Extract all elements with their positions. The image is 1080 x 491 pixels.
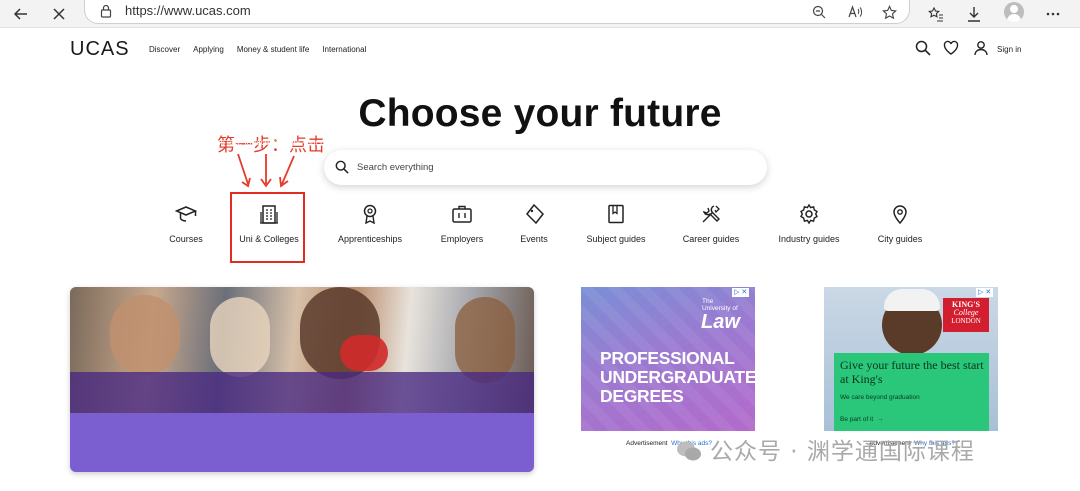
- card-title-band: [70, 372, 534, 413]
- more-menu-icon[interactable]: [1042, 3, 1064, 25]
- search-icon: [335, 160, 349, 179]
- ad-law-line-the: The: [702, 298, 714, 305]
- category-uni-colleges[interactable]: Uni & Colleges: [234, 203, 304, 244]
- kings-logo-line: College: [953, 308, 979, 317]
- category-label: Employers: [440, 234, 484, 244]
- favorite-star-icon[interactable]: [879, 2, 899, 22]
- nav-item-applying[interactable]: Applying: [193, 45, 224, 54]
- category-label: Uni & Colleges: [239, 234, 299, 244]
- zoom-icon[interactable]: [809, 2, 829, 22]
- card-description-area: [70, 413, 534, 472]
- graduation-cap-icon: [174, 203, 198, 225]
- close-icon[interactable]: [48, 3, 70, 25]
- category-label: Career guides: [682, 234, 740, 244]
- address-bar[interactable]: https://www.ucas.com: [84, 0, 910, 24]
- sign-in-link[interactable]: Sign in: [997, 45, 1021, 54]
- favorites-list-icon[interactable]: [925, 3, 947, 25]
- nav-item-international[interactable]: International: [322, 45, 366, 54]
- back-arrow-icon[interactable]: [10, 3, 32, 25]
- kings-ad-subline: We care beyond graduation: [840, 394, 920, 401]
- kings-college-logo: KING'S College LONDON: [943, 298, 989, 332]
- ad-law-university-name: The University of: [702, 298, 738, 312]
- briefcase-icon: [451, 203, 473, 225]
- wechat-icon: [677, 441, 701, 461]
- category-city-guides[interactable]: City guides: [876, 203, 924, 244]
- kings-logo-line: LONDON: [951, 317, 981, 325]
- category-subject-guides[interactable]: Subject guides: [584, 203, 648, 244]
- category-industry-guides[interactable]: Industry guides: [776, 203, 842, 244]
- category-apprenticeships[interactable]: Apprenticeships: [334, 203, 406, 244]
- category-career-guides[interactable]: Career guides: [682, 203, 740, 244]
- award-icon: [359, 203, 381, 225]
- user-icon[interactable]: [973, 40, 991, 58]
- gear-icon: [798, 203, 820, 225]
- lock-icon: [99, 3, 115, 19]
- ad-choices-icon[interactable]: ▷ ✕: [732, 288, 750, 297]
- profile-avatar[interactable]: [1004, 2, 1024, 22]
- category-courses[interactable]: Courses: [160, 203, 212, 244]
- building-icon: [258, 203, 280, 225]
- ad-law-headline-line: PROFESSIONAL: [600, 348, 735, 368]
- category-label: City guides: [877, 234, 923, 244]
- category-label: Apprenticeships: [337, 234, 403, 244]
- heart-icon[interactable]: [943, 40, 961, 58]
- search-icon[interactable]: [915, 40, 933, 58]
- search-placeholder[interactable]: Search everything: [357, 162, 434, 173]
- ad-law-word: Law: [701, 311, 740, 333]
- kings-ad-headline: Give your future the best start at King'…: [840, 358, 984, 386]
- book-icon: [605, 203, 627, 225]
- category-label: Events: [520, 234, 548, 244]
- ticket-icon: [523, 203, 545, 225]
- watermark-text: 公众号 · 渊学通国际课程: [710, 439, 975, 465]
- ucas-logo[interactable]: UCAS: [70, 38, 130, 61]
- category-label: Industry guides: [778, 234, 840, 244]
- download-icon[interactable]: [963, 3, 985, 25]
- category-employers[interactable]: Employers: [438, 203, 486, 244]
- advertisement-text: Advertisement: [626, 440, 668, 447]
- ad-law-headline-line: UNDERGRADUATE: [600, 367, 757, 387]
- ad-law-headline-line: DEGREES: [600, 386, 684, 406]
- nav-item-money-student-life[interactable]: Money & student life: [237, 45, 309, 54]
- tools-icon: [700, 203, 722, 225]
- discovery-days-card[interactable]: [70, 287, 534, 472]
- read-aloud-icon[interactable]: [845, 2, 865, 22]
- main-nav: Discover Applying Money & student life I…: [149, 45, 366, 54]
- category-label: Courses: [169, 234, 203, 244]
- card-description: Research your options, meet unis, colleg…: [17, 138, 443, 158]
- url-text[interactable]: https://www.ucas.com: [125, 3, 251, 18]
- category-label: Subject guides: [586, 234, 646, 244]
- kings-ad-cta-label: Be part of it: [840, 416, 874, 423]
- kings-ad-cta[interactable]: Be part of it →: [840, 416, 883, 423]
- nav-item-discover[interactable]: Discover: [149, 45, 180, 54]
- map-pin-icon: [889, 203, 911, 225]
- ad-law-headline: PROFESSIONAL UNDERGRADUATE DEGREES: [600, 348, 757, 406]
- ad-choices-icon[interactable]: ▷ ✕: [976, 288, 994, 297]
- category-events[interactable]: Events: [518, 203, 550, 244]
- card-title[interactable]: 2025 UCAS Discovery Days: [17, 98, 180, 112]
